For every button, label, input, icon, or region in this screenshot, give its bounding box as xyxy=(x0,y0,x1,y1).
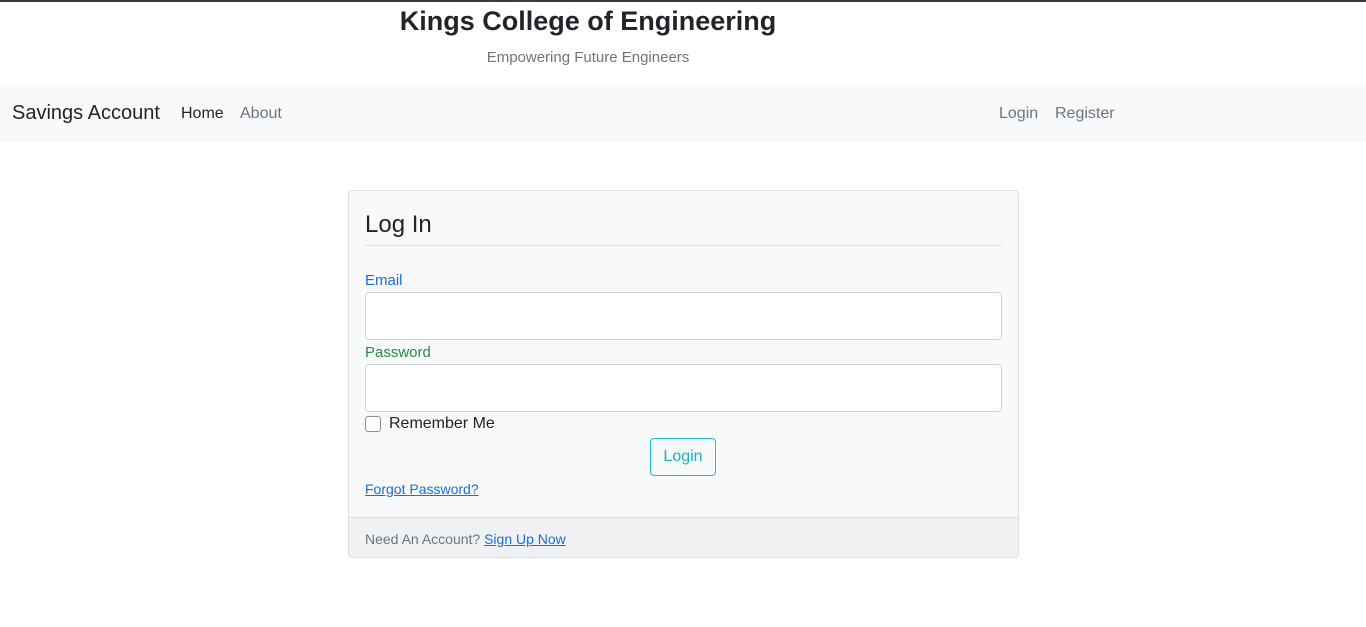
footer-text: Need An Account? Sign Up Now xyxy=(365,531,566,547)
email-field[interactable] xyxy=(365,292,1002,340)
forgot-password-link[interactable]: Forgot Password? xyxy=(365,481,479,497)
login-card: Log In Email Password Remember Me Login … xyxy=(348,190,1019,558)
nav-link-home[interactable]: Home xyxy=(181,105,224,123)
email-label: Email xyxy=(365,272,403,289)
nav-link-login[interactable]: Login xyxy=(999,105,1038,123)
password-label: Password xyxy=(365,344,431,361)
site-title: Kings College of Engineering xyxy=(399,6,777,36)
navbar: Savings Account Home About Login Registe… xyxy=(0,85,1366,142)
site-tagline: Empowering Future Engineers xyxy=(486,49,690,66)
nav-link-register[interactable]: Register xyxy=(1055,105,1115,123)
remember-me-label[interactable]: Remember Me xyxy=(389,415,495,433)
nav-link-about[interactable]: About xyxy=(240,105,282,123)
sign-up-link[interactable]: Sign Up Now xyxy=(484,531,566,547)
need-account-text: Need An Account? xyxy=(365,531,481,547)
login-button[interactable]: Login xyxy=(650,438,716,476)
navbar-brand[interactable]: Savings Account xyxy=(12,102,160,125)
card-footer: Need An Account? Sign Up Now xyxy=(349,517,1018,557)
password-field[interactable] xyxy=(365,364,1002,412)
remember-me-checkbox[interactable] xyxy=(365,416,381,432)
login-legend: Log In xyxy=(365,211,1002,246)
